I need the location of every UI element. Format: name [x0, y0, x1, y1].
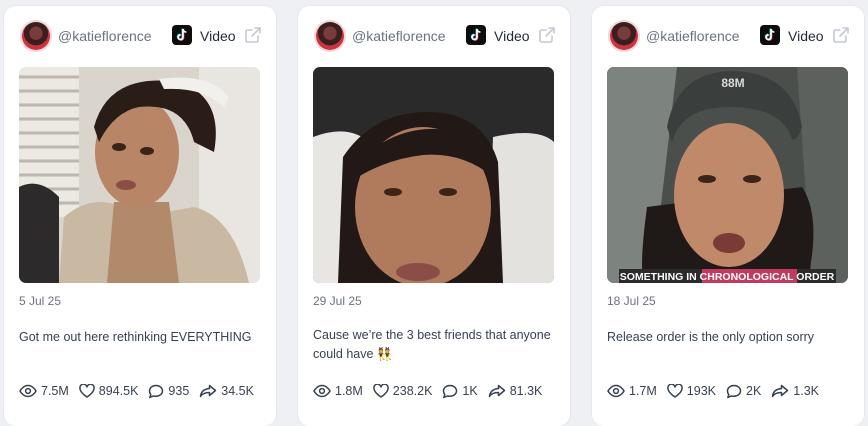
share-icon — [200, 384, 217, 398]
comments-stat: 935 — [148, 384, 189, 399]
comments-count: 2K — [746, 384, 762, 398]
tiktok-icon — [760, 25, 780, 45]
views-count: 7.5M — [41, 384, 69, 398]
tiktok-icon — [172, 25, 192, 45]
likes-stat: 894.5K — [79, 384, 139, 398]
eye-icon — [19, 384, 37, 398]
comment-icon — [149, 384, 164, 398]
views-count: 1.8M — [335, 384, 363, 398]
views-stat: 1.8M — [313, 384, 363, 398]
share-icon — [772, 384, 789, 398]
avatar[interactable] — [610, 22, 638, 50]
eye-icon — [313, 384, 331, 398]
avatar[interactable] — [316, 22, 344, 50]
views-stat: 1.7M — [607, 384, 657, 398]
shares-count: 81.3K — [509, 384, 543, 398]
post-card[interactable]: @katieflorence Video 5 Jul 25 Got me out… — [4, 6, 276, 426]
comment-icon — [443, 384, 458, 398]
post-card[interactable]: @katieflorence Video 29 Jul 25 Cause we’… — [298, 6, 570, 426]
beanie-text: 88M — [721, 76, 744, 90]
heart-icon — [667, 384, 683, 398]
share-icon — [488, 384, 505, 398]
post-stats: 7.5M 894.5K 935 34.5K — [19, 382, 264, 400]
shares-count: 34.5K — [221, 384, 254, 398]
external-link-icon[interactable] — [244, 26, 262, 44]
avatar[interactable] — [22, 22, 50, 50]
comment-icon — [726, 384, 742, 398]
post-date: 29 Jul 25 — [313, 294, 362, 308]
comments-stat: 2K — [726, 384, 761, 399]
shares-stat: 34.5K — [199, 384, 254, 398]
video-thumbnail[interactable]: 88M SOMETHING IN CHRONOLOGICAL ORDER — [607, 67, 848, 283]
shares-stat: 81.3K — [488, 384, 543, 398]
post-caption: Got me out here rethinking EVERYTHING — [19, 330, 252, 344]
comments-count: 935 — [168, 384, 190, 398]
card-header: @katieflorence Video — [4, 6, 276, 66]
post-date: 5 Jul 25 — [19, 294, 62, 308]
post-caption: Release order is the only option sorry — [607, 330, 815, 344]
video-thumbnail[interactable] — [19, 67, 260, 283]
shares-count: 1.3K — [793, 384, 820, 398]
post-type-label: Video — [494, 28, 530, 44]
likes-stat: 238.2K — [373, 384, 433, 398]
likes-count: 894.5K — [98, 384, 139, 398]
post-type-label: Video — [788, 28, 824, 44]
post-caption: Cause we’re the 3 best friends that anyo… — [313, 328, 551, 361]
comments-stat: 1K — [442, 384, 478, 399]
post-type-label: Video — [200, 28, 236, 44]
shares-stat: 1.3K — [771, 384, 819, 398]
card-header: @katieflorence Video — [592, 6, 864, 66]
post-stats: 1.8M 238.2K 1K 81.3K — [313, 382, 552, 400]
external-link-icon[interactable] — [538, 26, 556, 44]
heart-icon — [373, 384, 389, 398]
username[interactable]: @katieflorence — [646, 28, 740, 44]
heart-icon — [79, 384, 95, 398]
views-stat: 7.5M — [19, 384, 69, 398]
post-stats: 1.7M 193K 2K 1.3K — [607, 382, 829, 400]
video-thumbnail[interactable] — [313, 67, 554, 283]
username[interactable]: @katieflorence — [58, 28, 152, 44]
views-count: 1.7M — [629, 384, 657, 398]
username[interactable]: @katieflorence — [352, 28, 446, 44]
comments-count: 1K — [462, 384, 478, 398]
video-banner-text: SOMETHING IN CHRONOLOGICAL ORDER — [620, 271, 835, 283]
post-date: 18 Jul 25 — [607, 294, 656, 308]
eye-icon — [607, 384, 625, 398]
tiktok-icon — [466, 25, 486, 45]
likes-count: 193K — [686, 384, 716, 398]
likes-count: 238.2K — [392, 384, 433, 398]
card-header: @katieflorence Video — [298, 6, 570, 66]
post-card[interactable]: @katieflorence Video 88M SOMETHING IN CH… — [592, 6, 864, 426]
likes-stat: 193K — [667, 384, 716, 398]
external-link-icon[interactable] — [832, 26, 850, 44]
